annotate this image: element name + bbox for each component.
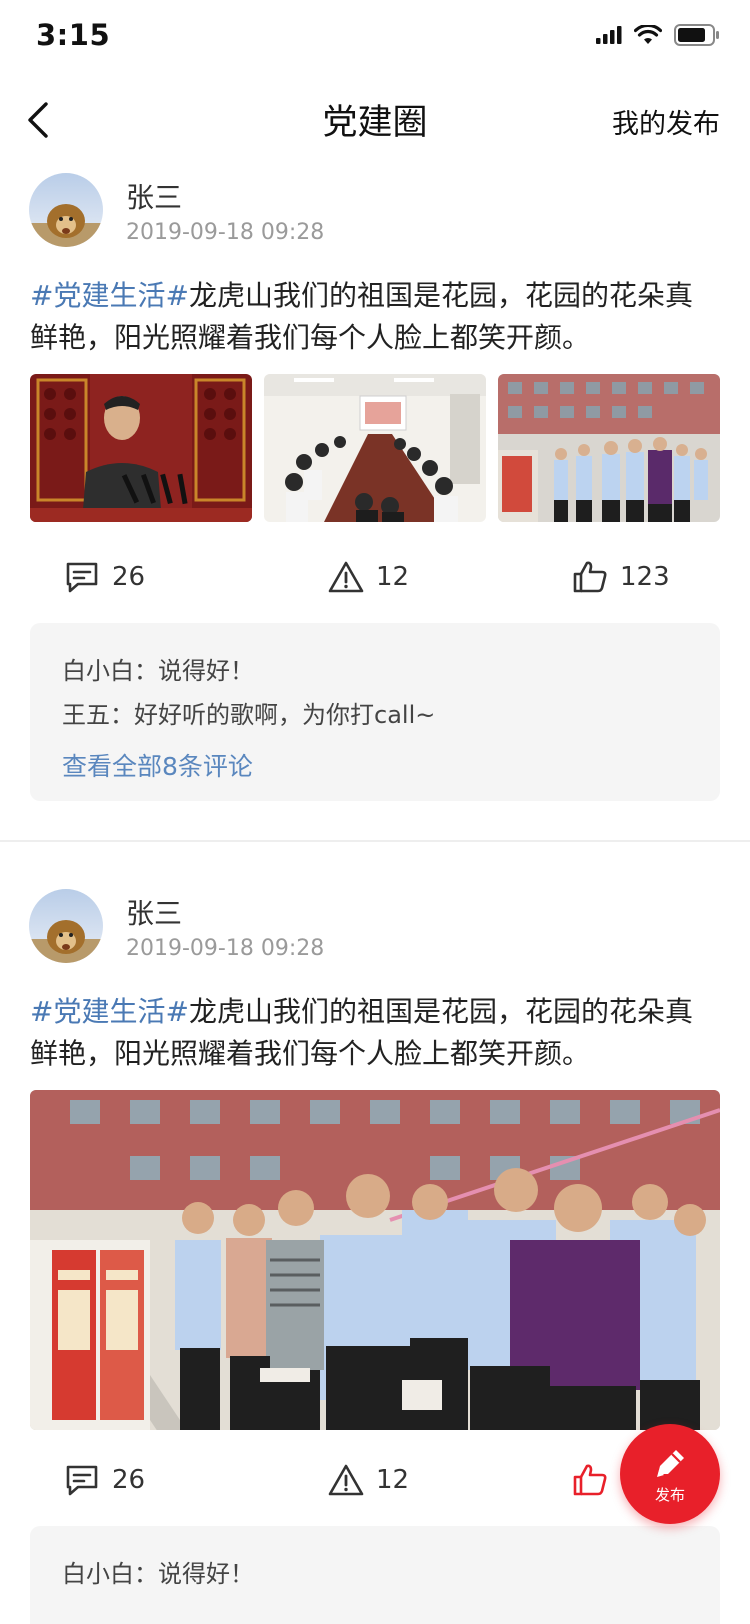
comment-count: 26 (112, 562, 146, 592)
like-button[interactable]: 123 (572, 560, 670, 594)
pencil-icon (657, 1450, 684, 1477)
report-button[interactable]: 12 (328, 1463, 409, 1497)
author-name[interactable]: 张三 (126, 892, 182, 932)
post-actions: 26 12 123 (0, 550, 750, 610)
fab-label: 发布 (654, 1486, 685, 1504)
post-image[interactable] (30, 1090, 720, 1430)
comment-sep: ： (110, 701, 134, 729)
comment-user: 白小白 (62, 1560, 134, 1588)
image-grid (30, 374, 720, 522)
thumbs-up-icon (573, 1464, 607, 1496)
comment-user: 白小白 (62, 657, 134, 685)
topic-tag[interactable]: #党建生活# (30, 995, 189, 1028)
like-count: 123 (620, 562, 670, 592)
view-all-comments-link[interactable]: 查看全部8条评论 (62, 747, 253, 783)
status-bar: 3:15 (0, 0, 750, 80)
warning-icon (328, 1464, 364, 1496)
report-count: 12 (376, 562, 410, 592)
battery-icon (674, 24, 719, 46)
wifi-icon (634, 25, 662, 44)
post-time: 2019-09-18 09:28 (126, 220, 325, 245)
comment-icon (66, 562, 98, 593)
comment-sep: ： (134, 1560, 158, 1588)
post-image[interactable] (30, 374, 252, 522)
post-time: 2019-09-18 09:28 (126, 936, 325, 961)
avatar[interactable] (29, 173, 103, 247)
comment-sep: ： (134, 657, 158, 685)
signal-icon (596, 26, 622, 44)
comment-preview: 白小白：说得好！ 王五：好好听的歌啊，为你打call~ 查看全部8条评论 (30, 623, 720, 801)
comment-user: 王五 (62, 701, 110, 729)
report-count: 12 (376, 1465, 410, 1495)
publish-fab-button[interactable]: 发布 (620, 1424, 720, 1524)
comment-text: 说得好！ (158, 1560, 254, 1588)
post-divider (0, 840, 750, 842)
status-icons (596, 24, 720, 46)
author-name[interactable]: 张三 (126, 176, 182, 216)
comment-text: 好好听的歌啊，为你打call~ (134, 701, 436, 729)
my-posts-button[interactable]: 我的发布 (612, 102, 720, 141)
comment-icon (66, 1465, 98, 1496)
topic-tag[interactable]: #党建生活# (30, 279, 189, 312)
comment-item[interactable]: 白小白：说得好！ (62, 1554, 254, 1589)
comment-count: 26 (112, 1465, 146, 1495)
nav-bar: 党建圈 我的发布 (0, 80, 750, 160)
comment-text: 说得好！ (158, 657, 254, 685)
warning-icon (328, 561, 364, 593)
post-content: #党建生活#龙虎山我们的祖国是花园，花园的花朵真鲜艳，阳光照耀着我们每个人脸上都… (30, 275, 720, 359)
comment-item[interactable]: 王五：好好听的歌啊，为你打call~ (62, 695, 435, 730)
comment-preview: 白小白：说得好！ (30, 1526, 720, 1624)
post-image[interactable] (264, 374, 486, 522)
post-content: #党建生活#龙虎山我们的祖国是花园，花园的花朵真鲜艳，阳光照耀着我们每个人脸上都… (30, 991, 720, 1075)
avatar[interactable] (29, 889, 103, 963)
comment-item[interactable]: 白小白：说得好！ (62, 651, 254, 686)
report-button[interactable]: 12 (328, 560, 409, 594)
comment-button[interactable]: 26 (64, 1463, 145, 1497)
status-time: 3:15 (36, 18, 111, 52)
thumbs-up-icon (573, 561, 607, 593)
post-image[interactable] (498, 374, 720, 522)
comment-button[interactable]: 26 (64, 560, 145, 594)
